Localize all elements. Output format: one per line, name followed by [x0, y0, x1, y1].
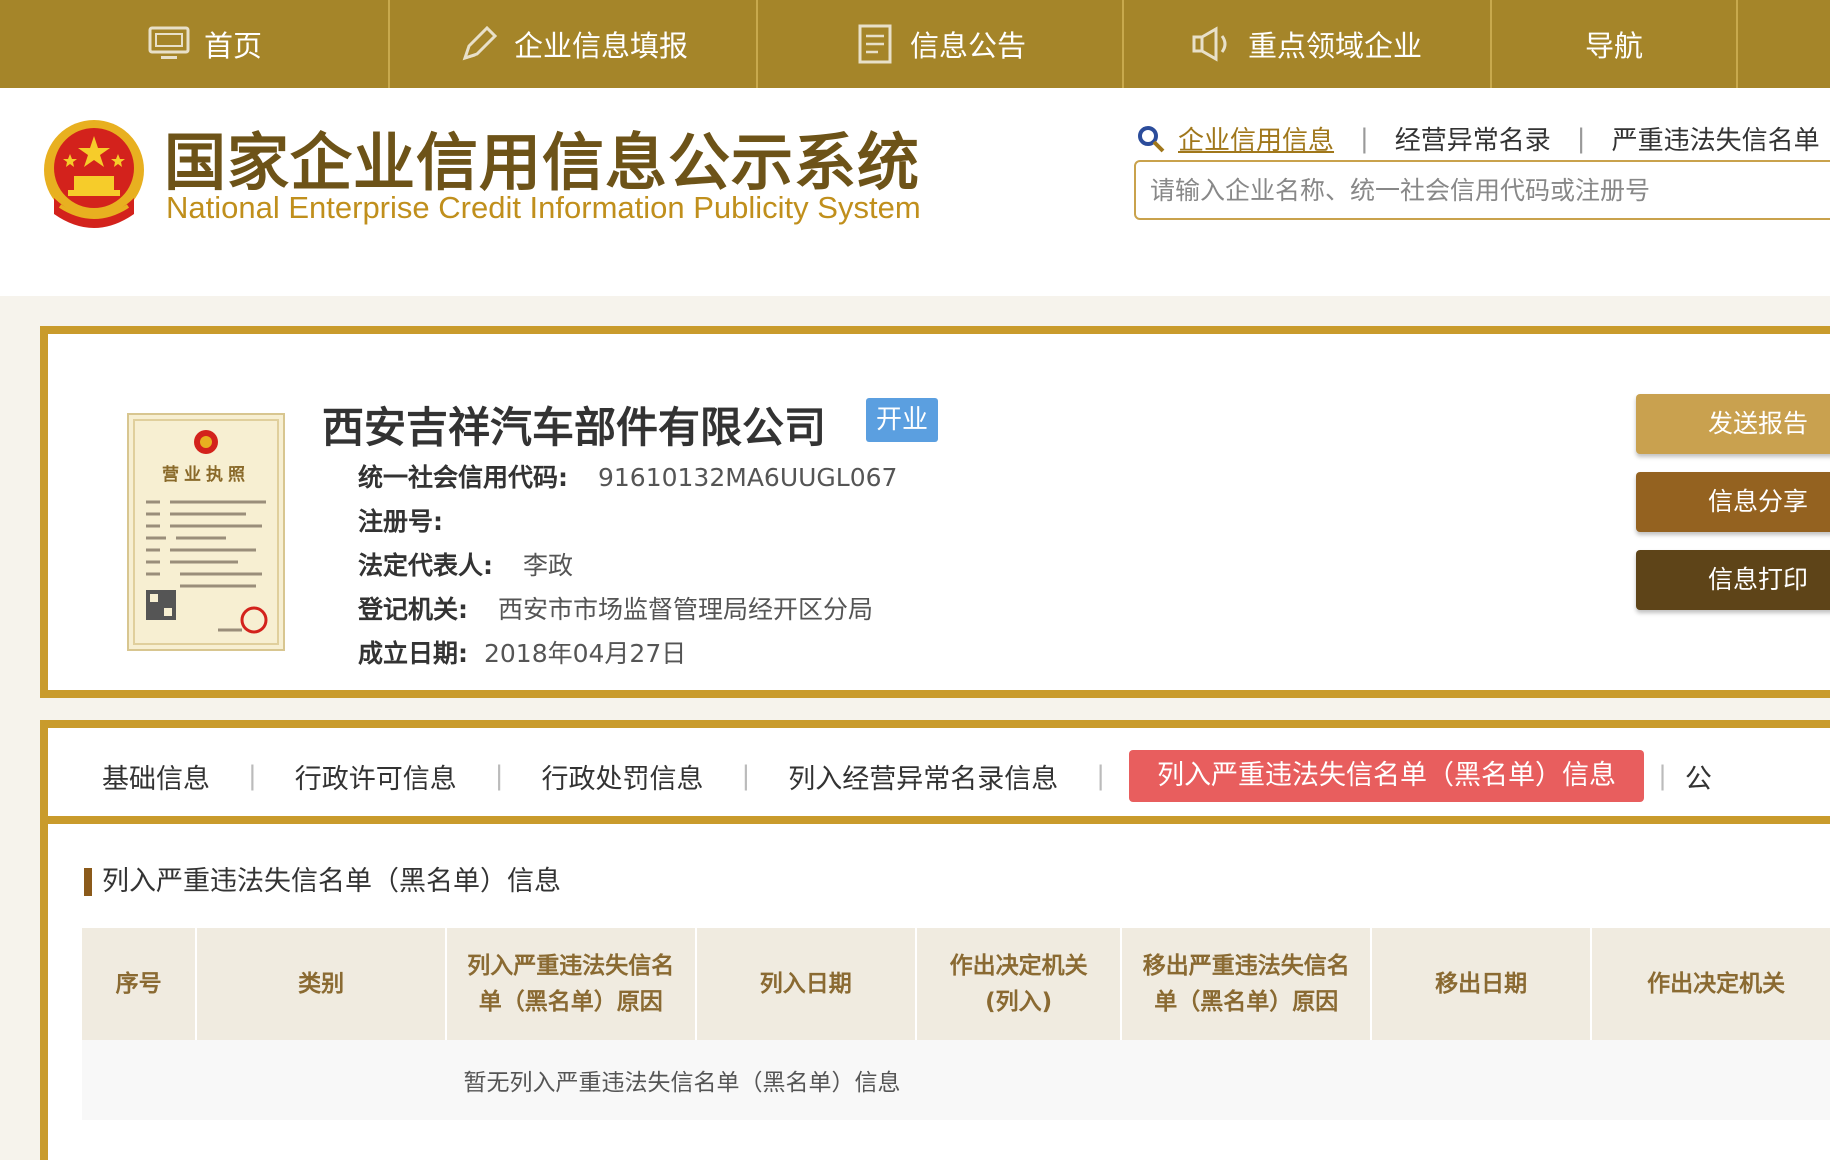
- table-header-row: 序号 类别 列入严重违法失信名单（黑名单）原因 列入日期 作出决定机关(列入) …: [82, 928, 1830, 1040]
- tab-public[interactable]: 公: [1685, 757, 1712, 796]
- tab-divider: |: [1576, 123, 1586, 154]
- reg-number-label: 注册号:: [358, 507, 443, 536]
- founded-date-value: 2018年04月27日: [484, 639, 687, 668]
- nav-label-notice: 信息公告: [909, 29, 1026, 63]
- col-list-date: 列入日期: [695, 928, 917, 1040]
- company-name: 西安吉祥汽车部件有限公司: [322, 403, 827, 452]
- nav-label-report: 企业信息填报: [513, 29, 688, 63]
- table-row: 暂无列入严重违法失信名单（黑名单）信息: [82, 1040, 1830, 1120]
- site-title-en: National Enterprise Credit Information P…: [166, 190, 921, 225]
- search-tab-credit-info[interactable]: 企业信用信息: [1178, 120, 1334, 157]
- top-nav: 首页 企业信息填报 信息公告 重点领域企业 导航: [0, 0, 1830, 88]
- print-info-button[interactable]: 信息打印: [1636, 550, 1830, 610]
- col-index: 序号: [82, 928, 198, 1040]
- company-info-card: 营业执照 西安吉祥汽车部件有限公司 开业 统一社会信用代码: 91610132MA…: [40, 326, 1830, 698]
- pen-icon: [458, 24, 500, 64]
- send-report-button[interactable]: 发送报告: [1636, 394, 1830, 454]
- tab-divider: |: [248, 761, 257, 791]
- empty-message: 暂无列入严重违法失信名单（黑名单）信息: [82, 1040, 1830, 1120]
- search-tab-abnormal-list[interactable]: 经营异常名录: [1395, 120, 1551, 157]
- nav-item-notice[interactable]: 信息公告: [758, 0, 1124, 88]
- tab-divider: |: [741, 761, 751, 791]
- tab-divider: |: [1658, 761, 1667, 791]
- col-category: 类别: [196, 928, 447, 1040]
- site-title-cn: 国家企业信用信息公示系统: [164, 126, 921, 199]
- nav-item-key-enterprises[interactable]: 重点领域企业: [1124, 0, 1492, 88]
- tab-admin-license[interactable]: 行政许可信息: [295, 757, 457, 796]
- search-category-tabs: 企业信用信息 | 经营异常名录 | 严重违法失信名单: [1136, 120, 1820, 157]
- col-remove-authority: 作出决定机关: [1591, 928, 1830, 1040]
- credit-code-value: 91610132MA6UUGL067: [598, 463, 898, 492]
- nav-label-home: 首页: [203, 29, 262, 63]
- founded-date-label: 成立日期:: [358, 639, 468, 668]
- site-header: 国家企业信用信息公示系统 National Enterprise Credit …: [0, 88, 1830, 296]
- blacklist-table: 序号 类别 列入严重违法失信名单（黑名单）原因 列入日期 作出决定机关(列入) …: [82, 928, 1830, 1120]
- tab-admin-penalty[interactable]: 行政处罚信息: [542, 757, 704, 796]
- nav-label-navigation: 导航: [1584, 29, 1643, 63]
- speaker-icon: [1192, 24, 1234, 64]
- tab-basic-info[interactable]: 基础信息: [102, 757, 210, 796]
- info-row-registration-authority: 登记机关: 西安市市场监督管理局经开区分局: [358, 590, 873, 626]
- tab-blacklist[interactable]: 列入严重违法失信名单（黑名单）信息: [1129, 750, 1645, 802]
- col-list-reason: 列入严重违法失信名单（黑名单）原因: [445, 928, 697, 1040]
- search-input[interactable]: [1134, 160, 1830, 220]
- status-badge: 开业: [866, 398, 939, 442]
- registration-authority-value: 西安市市场监督管理局经开区分局: [498, 595, 874, 624]
- tab-abnormal-list[interactable]: 列入经营异常名录信息: [788, 757, 1058, 796]
- registration-authority-label: 登记机关:: [358, 595, 468, 624]
- legal-rep-value: 李政: [523, 551, 574, 580]
- legal-rep-label: 法定代表人:: [358, 551, 493, 580]
- info-row-legal-rep: 法定代表人: 李政: [358, 546, 573, 582]
- search-tab-blacklist[interactable]: 严重违法失信名单: [1612, 120, 1820, 157]
- info-row-founded-date: 成立日期: 2018年04月27日: [358, 634, 686, 670]
- nav-item-home[interactable]: 首页: [22, 0, 390, 88]
- section-title: 列入严重违法失信名单（黑名单）信息: [84, 868, 561, 896]
- credit-code-label: 统一社会信用代码:: [358, 463, 568, 492]
- col-remove-date: 移出日期: [1371, 928, 1593, 1040]
- nav-label-key-enterprises: 重点领域企业: [1247, 29, 1422, 63]
- license-title: 营业执照: [162, 464, 250, 485]
- tab-divider: |: [1096, 761, 1106, 791]
- business-license-image[interactable]: 营业执照: [126, 412, 286, 652]
- tab-divider: |: [494, 761, 504, 791]
- nav-item-report[interactable]: 企业信息填报: [390, 0, 758, 88]
- info-row-credit-code: 统一社会信用代码: 91610132MA6UUGL067: [358, 458, 897, 494]
- col-remove-reason: 移出严重违法失信名单（黑名单）原因: [1121, 928, 1373, 1040]
- monitor-icon: [148, 24, 190, 64]
- info-tabbar: 基础信息 | 行政许可信息 | 行政处罚信息 | 列入经营异常名录信息 | 列入…: [48, 736, 1830, 824]
- col-list-authority: 作出决定机关(列入): [915, 928, 1123, 1040]
- search-icon: [1136, 124, 1166, 154]
- nav-item-navigation[interactable]: 导航: [1492, 0, 1738, 88]
- share-info-button[interactable]: 信息分享: [1636, 472, 1830, 532]
- document-icon: [854, 24, 896, 64]
- tab-divider: |: [1360, 123, 1369, 154]
- info-row-reg-number: 注册号:: [358, 502, 473, 538]
- national-emblem-logo: [40, 116, 148, 232]
